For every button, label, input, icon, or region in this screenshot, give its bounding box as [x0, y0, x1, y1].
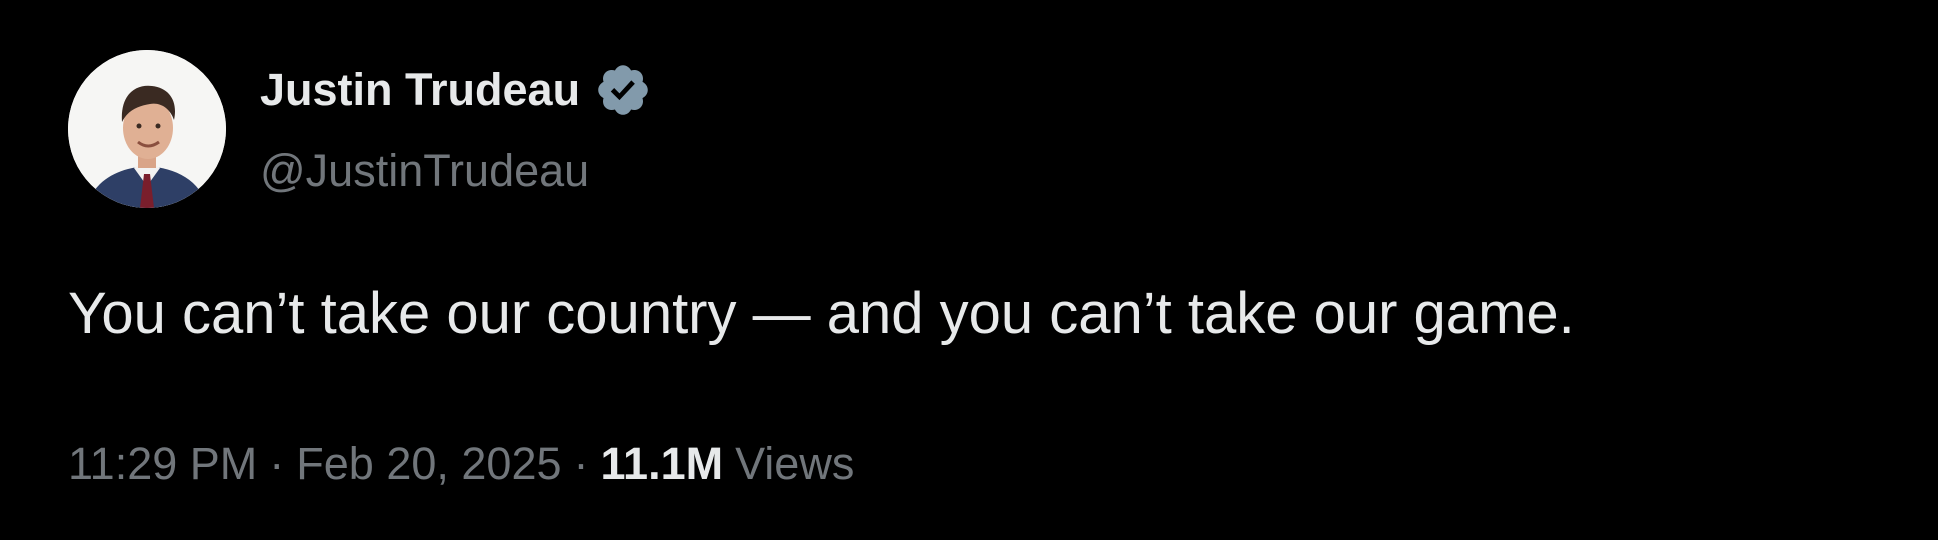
- tweet-date[interactable]: Feb 20, 2025: [296, 438, 561, 490]
- views-label: Views: [735, 438, 855, 489]
- meta-separator: ·: [269, 438, 285, 489]
- tweet-meta: 11:29 PM · Feb 20, 2025 · 11.1M Views: [68, 438, 854, 490]
- avatar-image: [68, 50, 226, 208]
- author-display-name[interactable]: Justin Trudeau: [260, 64, 580, 116]
- tweet-text: You can’t take our country — and you can…: [68, 281, 1575, 346]
- tweet-card: Justin Trudeau @JustinTrudeau You can’t …: [0, 0, 1938, 540]
- views-count[interactable]: 11.1M: [601, 438, 724, 490]
- author-name-row: Justin Trudeau: [260, 62, 652, 118]
- verified-badge-icon[interactable]: [594, 61, 652, 119]
- author-avatar[interactable]: [68, 50, 226, 208]
- tweet-time[interactable]: 11:29 PM: [68, 438, 257, 490]
- meta-separator: ·: [573, 438, 589, 489]
- author-handle[interactable]: @JustinTrudeau: [260, 145, 589, 197]
